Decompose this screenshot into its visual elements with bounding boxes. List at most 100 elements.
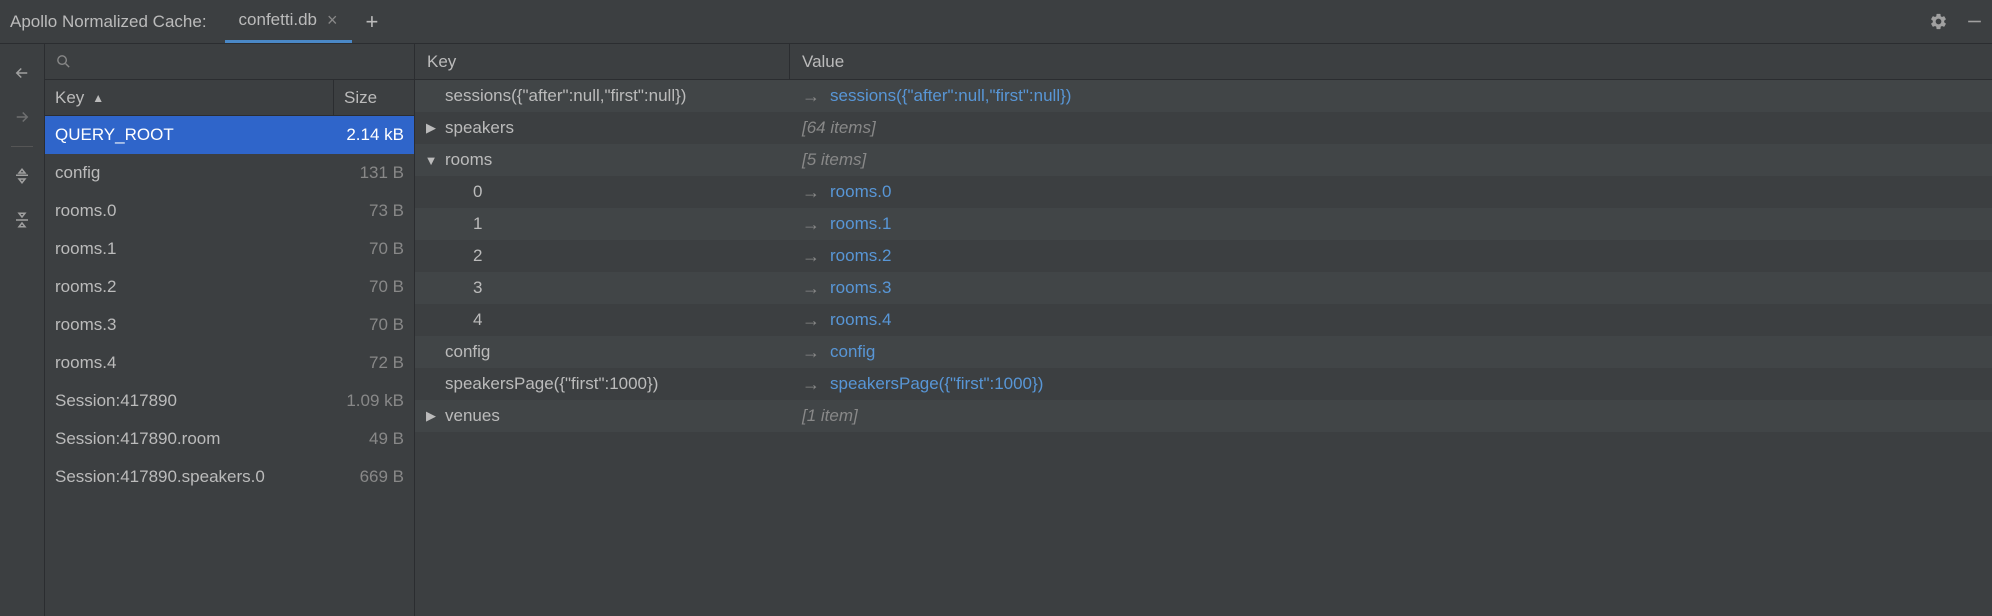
chevron-right-icon[interactable]: ▶ xyxy=(421,120,441,136)
detail-key-cell: venues xyxy=(441,406,500,426)
gutter xyxy=(0,44,45,616)
detail-row[interactable]: sessions({"after":null,"first":null})→se… xyxy=(415,80,1992,112)
search-input[interactable] xyxy=(80,53,404,71)
reference-arrow-icon: → xyxy=(802,278,820,299)
cache-key-cell: rooms.4 xyxy=(55,353,334,373)
detail-key-wrap: 2 xyxy=(421,246,790,266)
table-row[interactable]: rooms.472 B xyxy=(45,344,414,382)
cache-size-cell: 49 B xyxy=(334,429,404,449)
table-row[interactable]: QUERY_ROOT2.14 kB xyxy=(45,116,414,154)
detail-value-cell: [64 items] xyxy=(790,118,1992,138)
reference-link[interactable]: speakersPage({"first":1000}) xyxy=(830,374,1043,394)
detail-key-cell: 2 xyxy=(441,246,482,266)
arrow-right-icon[interactable] xyxy=(7,102,37,132)
detail-header-key[interactable]: Key xyxy=(415,44,790,79)
add-tab-button[interactable]: + xyxy=(352,9,393,35)
detail-key-cell: config xyxy=(441,342,490,362)
table-row[interactable]: rooms.170 B xyxy=(45,230,414,268)
detail-row[interactable]: 4→rooms.4 xyxy=(415,304,1992,336)
reference-arrow-icon: → xyxy=(802,182,820,203)
detail-key-cell: rooms xyxy=(441,150,492,170)
cache-key-cell: Session:417890 xyxy=(55,391,334,411)
detail-rows: sessions({"after":null,"first":null}) → se… xyxy=(415,80,1992,616)
collapse-all-icon[interactable] xyxy=(7,205,37,235)
detail-key-cell: 3 xyxy=(441,278,482,298)
detail-row[interactable]: 2 → rooms.2 xyxy=(415,240,1992,272)
reference-arrow-icon: → xyxy=(802,246,820,267)
reference-link[interactable]: sessions({"after":null,"first":null}) xyxy=(830,86,1071,106)
cache-size-cell: 669 B xyxy=(334,467,404,487)
cache-size-cell: 70 B xyxy=(334,315,404,335)
header-key[interactable]: Key ▲ xyxy=(45,80,334,115)
detail-value-cell: →rooms.4 xyxy=(790,310,1992,331)
detail-row[interactable]: ▶speakers[64 items] xyxy=(415,112,1992,144)
chevron-down-icon[interactable]: ▼ xyxy=(421,153,441,168)
detail-row[interactable]: speakersPage({"first":1000}) → speakersPag… xyxy=(415,368,1992,400)
detail-panel: Key Value sessions({"after":null,"first"… xyxy=(415,44,1992,616)
table-row[interactable]: rooms.270 B xyxy=(45,268,414,306)
detail-row[interactable]: ▼rooms[5 items] xyxy=(415,144,1992,176)
reference-link[interactable]: config xyxy=(830,342,875,362)
cache-key-cell: Session:417890.speakers.0 xyxy=(55,467,334,487)
detail-header-value-label: Value xyxy=(802,52,844,72)
detail-key-wrap: ▶speakers xyxy=(421,118,790,138)
cache-size-cell: 2.14 kB xyxy=(334,125,404,145)
detail-row[interactable]: 1 → rooms.1 xyxy=(415,208,1992,240)
detail-value-cell: → rooms.2 xyxy=(790,246,1992,267)
reference-link[interactable]: rooms.3 xyxy=(830,278,891,298)
separator xyxy=(11,146,33,147)
detail-key-cell: sessions({"after":null,"first":null}) xyxy=(441,86,686,106)
table-row[interactable]: Session:417890.room49 B xyxy=(45,420,414,458)
table-row[interactable]: Session:4178901.09 kB xyxy=(45,382,414,420)
detail-key-wrap: sessions({"after":null,"first":null}) xyxy=(421,86,790,106)
reference-arrow-icon: → xyxy=(802,374,820,395)
detail-value-cell: → rooms.3 xyxy=(790,278,1992,299)
detail-key-wrap: speakersPage({"first":1000}) xyxy=(421,374,790,394)
arrow-left-icon[interactable] xyxy=(7,58,37,88)
chevron-right-icon[interactable]: ▶ xyxy=(421,408,441,424)
cache-keys-panel: Key ▲ Size QUERY_ROOT2.14 kBconfig131 Br… xyxy=(45,44,415,616)
tab-confetti-db[interactable]: confetti.db × xyxy=(225,0,352,43)
cache-key-list: QUERY_ROOT2.14 kBconfig131 Brooms.073 Br… xyxy=(45,116,414,616)
minimize-icon[interactable] xyxy=(1956,4,1992,40)
gear-icon[interactable] xyxy=(1920,4,1956,40)
close-icon[interactable]: × xyxy=(327,10,338,31)
detail-key-wrap: 1 xyxy=(421,214,790,234)
expand-all-icon[interactable] xyxy=(7,161,37,191)
reference-arrow-icon: → xyxy=(802,214,820,235)
detail-headers: Key Value xyxy=(415,44,1992,80)
detail-key-wrap: 3 xyxy=(421,278,790,298)
reference-link[interactable]: rooms.0 xyxy=(830,182,891,202)
table-row[interactable]: config131 B xyxy=(45,154,414,192)
detail-row[interactable]: config→config xyxy=(415,336,1992,368)
detail-value-cell: [5 items] xyxy=(790,150,1992,170)
detail-key-wrap: config xyxy=(421,342,790,362)
detail-header-value[interactable]: Value xyxy=(790,44,1992,79)
detail-row[interactable]: ▶venues [1 item] xyxy=(415,400,1992,432)
table-row[interactable]: rooms.370 B xyxy=(45,306,414,344)
header-size[interactable]: Size xyxy=(334,80,414,115)
table-row[interactable]: rooms.073 B xyxy=(45,192,414,230)
search-icon xyxy=(55,53,72,70)
detail-key-cell: speakers xyxy=(441,118,514,138)
tab-label: confetti.db xyxy=(239,10,317,30)
detail-header-key-label: Key xyxy=(427,52,456,72)
cache-key-cell: Session:417890.room xyxy=(55,429,334,449)
detail-key-wrap: ▼rooms xyxy=(421,150,790,170)
detail-value-cell: → rooms.1 xyxy=(790,214,1992,235)
detail-row[interactable]: 0→rooms.0 xyxy=(415,176,1992,208)
detail-row[interactable]: 3 → rooms.3 xyxy=(415,272,1992,304)
tool-window-title: Apollo Normalized Cache: xyxy=(10,12,207,32)
left-column-headers: Key ▲ Size xyxy=(45,80,414,116)
reference-link[interactable]: rooms.2 xyxy=(830,246,891,266)
cache-key-cell: rooms.2 xyxy=(55,277,334,297)
cache-key-cell: config xyxy=(55,163,334,183)
reference-link[interactable]: rooms.1 xyxy=(830,214,891,234)
cache-size-cell: 1.09 kB xyxy=(334,391,404,411)
detail-value-cell: → speakersPage({"first":1000}) xyxy=(790,374,1992,395)
header-key-label: Key xyxy=(55,88,84,108)
table-row[interactable]: Session:417890.speakers.0669 B xyxy=(45,458,414,496)
items-count: [1 item] xyxy=(802,406,858,426)
reference-link[interactable]: rooms.4 xyxy=(830,310,891,330)
detail-value-cell: →config xyxy=(790,342,1992,363)
